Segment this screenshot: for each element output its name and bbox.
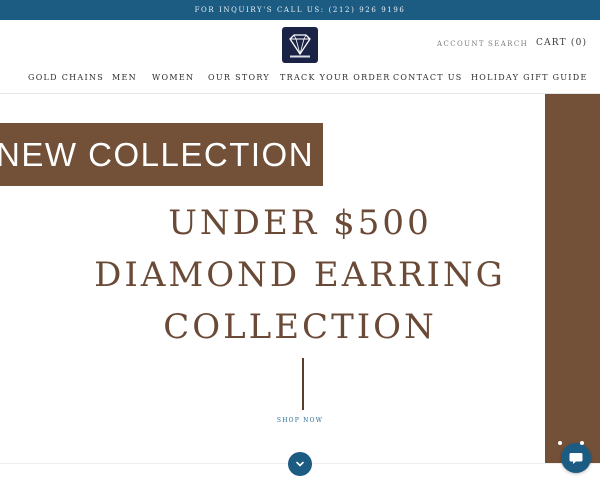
hero-headline-line-3: COLLECTION	[163, 307, 437, 347]
scroll-down-button[interactable]	[288, 452, 312, 476]
new-collection-banner: NEW COLLECTION	[0, 123, 323, 186]
nav-item-track-your-order[interactable]: TRACK YOUR ORDER	[280, 73, 391, 82]
chat-button[interactable]	[561, 443, 591, 473]
announcement-bar: FOR INQUIRY'S CALL US: (212) 926 9196	[0, 0, 600, 20]
site-logo[interactable]	[282, 27, 318, 63]
account-link[interactable]: ACCOUNT	[437, 40, 485, 48]
banner-text: NEW COLLECTION	[0, 136, 315, 173]
search-link[interactable]: SEARCH	[488, 40, 528, 48]
nav-item-contact-us[interactable]: CONTACT US	[393, 73, 463, 82]
cart-link[interactable]: CART (0)	[536, 38, 587, 48]
chevron-down-icon	[296, 461, 304, 467]
hero-side-panel	[545, 94, 600, 464]
shop-now-link[interactable]: SHOP NOW	[260, 417, 340, 424]
nav-item-our-story[interactable]: OUR STORY	[208, 73, 270, 82]
nav-item-gold-chains[interactable]: GOLD CHAINS	[28, 73, 104, 82]
hero-headline-line-2: DIAMOND EARRING	[94, 255, 506, 295]
announcement-text: FOR INQUIRY'S CALL US: (212) 926 9196	[194, 6, 406, 14]
hero-headline-line-1: UNDER $500	[168, 203, 432, 243]
nav-item-holiday-gift-guide[interactable]: HOLIDAY GIFT GUIDE	[471, 73, 588, 82]
nav-item-men[interactable]: MEN	[112, 73, 137, 82]
chat-icon	[569, 453, 583, 464]
diamond-logo-icon	[289, 34, 311, 58]
hero-vertical-line	[302, 358, 304, 410]
nav-item-women[interactable]: WOMEN	[152, 73, 194, 82]
